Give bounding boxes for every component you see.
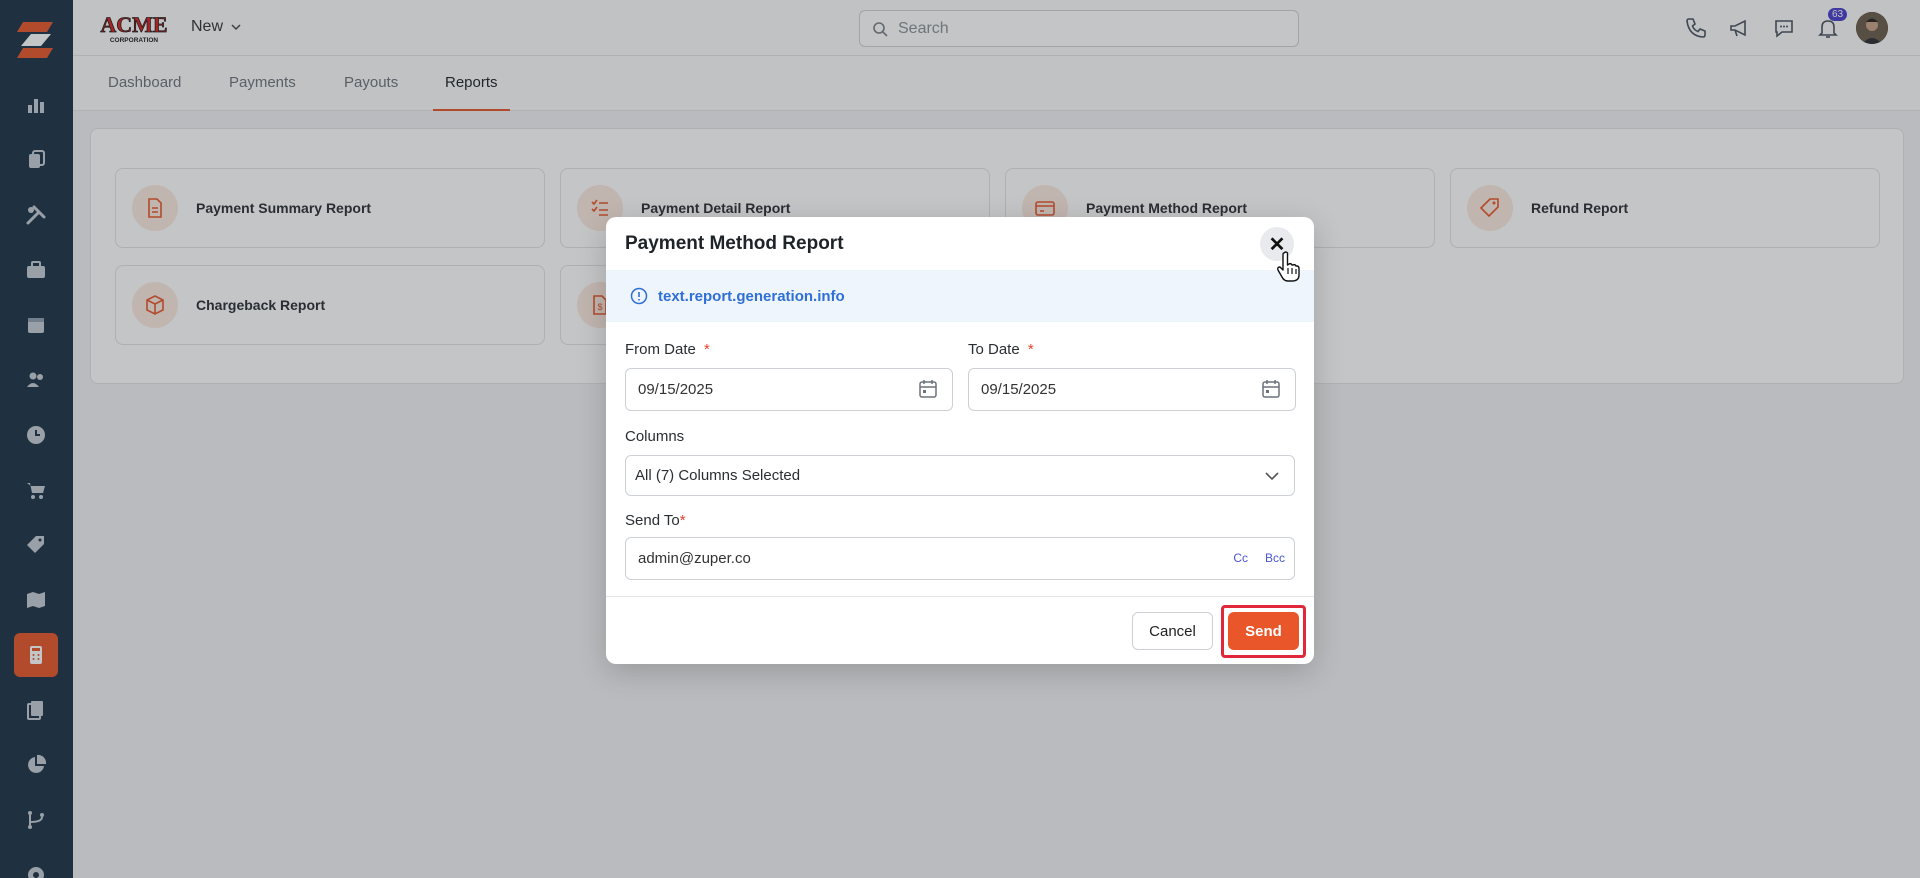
cc-button[interactable]: Cc [1233,551,1248,565]
hand-cursor-icon [1277,251,1300,282]
required-marker: * [1027,341,1034,358]
to-date-value: 09/15/2025 [981,381,1057,398]
cancel-button[interactable]: Cancel [1132,612,1213,650]
send-to-input[interactable]: admin@zuper.co Cc Bcc [625,537,1295,580]
info-banner: text.report.generation.info [606,270,1314,322]
columns-select[interactable]: All (7) Columns Selected [625,455,1295,496]
divider [606,596,1314,597]
columns-value: All (7) Columns Selected [635,467,801,484]
send-to-value: admin@zuper.co [638,550,751,567]
required-marker: * [679,512,686,529]
from-date-label-text: From Date [625,341,696,358]
from-date-input[interactable]: 09/15/2025 [625,368,953,411]
send-button[interactable]: Send [1228,612,1299,650]
from-date-value: 09/15/2025 [638,381,714,398]
to-date-input[interactable]: 09/15/2025 [968,368,1296,411]
to-date-label: To Date * [968,341,1034,358]
required-marker: * [704,341,710,358]
payment-method-report-modal: Payment Method Report ✕ text.report.gene… [606,217,1314,664]
bcc-button[interactable]: Bcc [1265,551,1285,565]
calendar-icon[interactable] [918,379,938,399]
info-text: text.report.generation.info [658,287,845,305]
chevron-down-icon [1265,472,1279,481]
send-to-label-text: Send To [625,512,680,529]
to-date-label-text: To Date [968,341,1020,358]
send-to-label: Send To* [625,512,686,529]
columns-label: Columns [625,428,685,445]
from-date-label: From Date * [625,341,710,358]
modal-title: Payment Method Report [625,233,844,254]
info-icon [630,287,648,305]
calendar-icon[interactable] [1261,379,1281,399]
